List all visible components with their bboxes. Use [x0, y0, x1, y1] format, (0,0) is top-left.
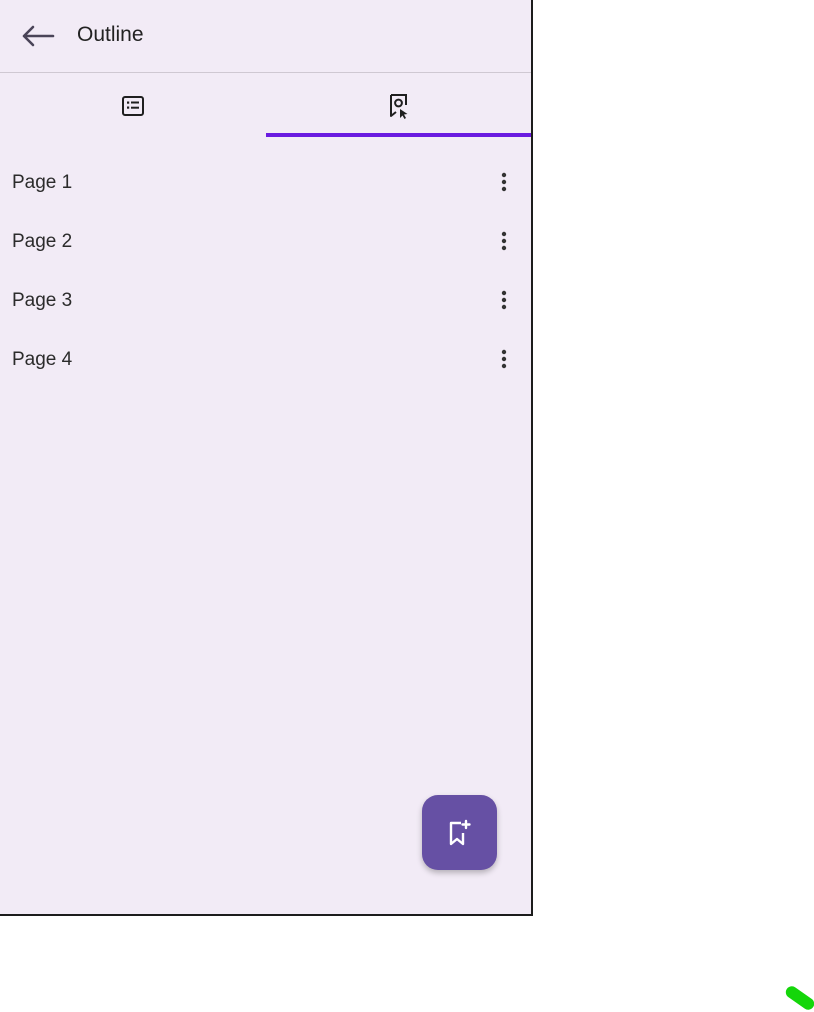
outline-panel: Outline Page 1 Page 2 Page 3 Page 4 — [0, 0, 533, 916]
list-item[interactable]: Page 1 — [0, 153, 531, 212]
more-vert-icon — [501, 231, 507, 251]
list-item-label: Page 2 — [12, 231, 73, 252]
list-outline-icon — [121, 96, 144, 116]
bookmark-add-icon — [449, 819, 471, 845]
bookmark-page-icon — [389, 94, 407, 119]
more-vert-icon — [501, 172, 507, 192]
bookmark-list: Page 1 Page 2 Page 3 Page 4 — [0, 153, 531, 389]
more-options-button[interactable] — [490, 227, 518, 255]
app-bar: Outline — [0, 0, 531, 73]
arrow-back-icon — [22, 25, 55, 47]
list-item-label: Page 3 — [12, 290, 73, 311]
more-vert-icon — [501, 349, 507, 369]
more-options-button[interactable] — [490, 168, 518, 196]
list-item[interactable]: Page 2 — [0, 212, 531, 271]
tab-bookmarks[interactable] — [266, 73, 531, 139]
list-item-label: Page 4 — [12, 349, 73, 370]
list-item[interactable]: Page 3 — [0, 271, 531, 330]
add-bookmark-button[interactable] — [422, 795, 497, 870]
tab-outline[interactable] — [0, 73, 265, 139]
more-vert-icon — [501, 290, 507, 310]
tab-selected-indicator — [266, 133, 531, 137]
list-item[interactable]: Page 4 — [0, 330, 531, 389]
list-item-label: Page 1 — [12, 172, 73, 193]
page-title: Outline — [77, 23, 144, 46]
more-options-button[interactable] — [490, 345, 518, 373]
tab-bar — [0, 73, 531, 139]
more-options-button[interactable] — [490, 286, 518, 314]
back-button[interactable] — [18, 16, 58, 56]
